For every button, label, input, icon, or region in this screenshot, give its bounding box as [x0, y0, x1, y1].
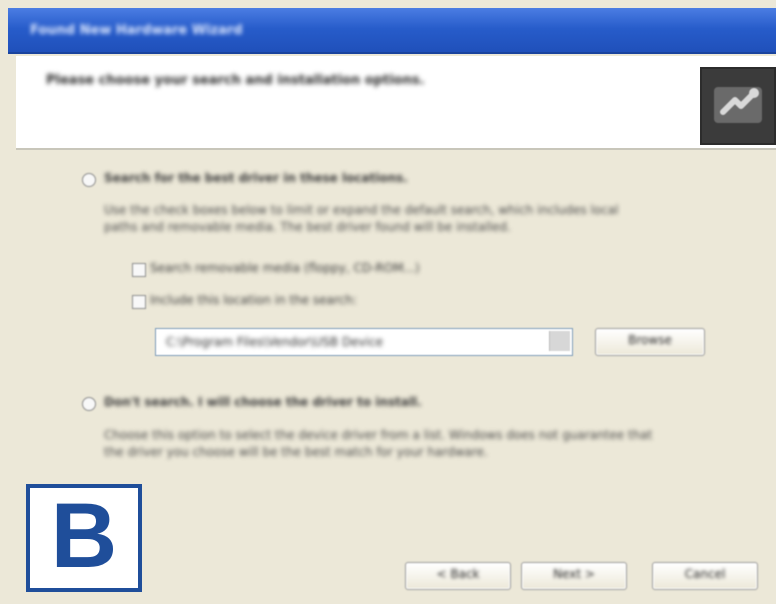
next-button[interactable]: Next >	[521, 562, 627, 590]
dont-search-description-line2: the driver you choose will be the best m…	[104, 445, 488, 459]
browse-button[interactable]: Browse	[595, 328, 705, 356]
location-combobox[interactable]: C:\Program Files\Vendor\USB Device	[155, 328, 573, 356]
wizard-graphic	[700, 67, 776, 145]
include-location-checkbox[interactable]	[132, 295, 146, 309]
dont-search-option-label: Don't search. I will choose the driver t…	[104, 395, 422, 409]
search-removable-media-label: Search removable media (floppy, CD-ROM..…	[150, 261, 420, 275]
dont-search-description-line1: Choose this option to select the device …	[104, 428, 653, 442]
include-location-label: Include this location in the search:	[150, 293, 357, 307]
search-radio[interactable]	[82, 173, 96, 187]
browse-button-label: Browse	[628, 333, 672, 347]
next-button-label: Next >	[553, 567, 595, 581]
cancel-button[interactable]: Cancel	[652, 562, 758, 590]
step-letter: B	[50, 485, 118, 587]
back-button[interactable]: < Back	[405, 562, 511, 590]
dont-search-radio[interactable]	[82, 397, 96, 411]
search-option-description-line1: Use the check boxes below to limit or ex…	[104, 203, 619, 217]
chevron-down-icon[interactable]	[549, 331, 570, 351]
wizard-header: Please choose your search and installati…	[16, 56, 776, 150]
search-option-label: Search for the best driver in these loca…	[104, 171, 408, 185]
cancel-button-label: Cancel	[684, 567, 726, 581]
wizard-window: Found New Hardware Wizard Please choose …	[0, 0, 776, 604]
hardware-wizard-icon	[714, 87, 762, 123]
window-title: Found New Hardware Wizard	[30, 23, 243, 38]
search-option-description-line2: paths and removable media. The best driv…	[104, 220, 511, 234]
title-bar: Found New Hardware Wizard	[8, 8, 776, 54]
step-marker-badge: B	[26, 484, 142, 592]
wizard-heading: Please choose your search and installati…	[46, 73, 425, 88]
location-value: C:\Program Files\Vendor\USB Device	[166, 335, 383, 349]
search-removable-media-checkbox[interactable]	[132, 263, 146, 277]
back-button-label: < Back	[436, 567, 480, 581]
